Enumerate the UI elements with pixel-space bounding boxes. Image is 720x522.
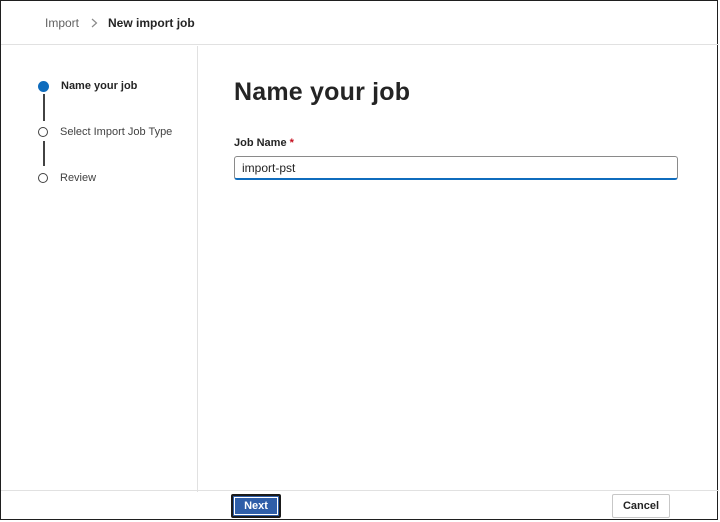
job-name-input[interactable] xyxy=(234,156,678,180)
breadcrumb: Import New import job xyxy=(1,1,719,45)
required-marker: * xyxy=(289,137,294,149)
step-pending-icon xyxy=(38,127,48,137)
footer-bar: Next Cancel xyxy=(1,490,719,521)
main-content: Name your job Job Name * xyxy=(234,46,680,180)
chevron-right-icon xyxy=(91,18,98,28)
step-current-icon xyxy=(38,80,49,92)
step-label: Name your job xyxy=(61,80,138,92)
breadcrumb-import-link[interactable]: Import xyxy=(45,16,79,30)
cancel-button[interactable]: Cancel xyxy=(612,494,670,518)
page-title: Name your job xyxy=(234,78,411,106)
wizard-stepper: Name your job Select Import Job Type Rev… xyxy=(1,46,198,492)
step-select-import-job-type[interactable]: Select Import Job Type xyxy=(38,126,172,138)
job-name-label-text: Job Name xyxy=(234,137,287,149)
step-review[interactable]: Review xyxy=(38,172,96,184)
step-name-your-job[interactable]: Name your job xyxy=(38,80,137,92)
step-pending-icon xyxy=(38,173,48,183)
next-button[interactable]: Next xyxy=(231,494,281,518)
step-label: Select Import Job Type xyxy=(60,126,173,138)
step-label: Review xyxy=(60,172,97,184)
job-name-label: Job Name * xyxy=(234,137,680,149)
step-connector xyxy=(43,94,45,121)
step-connector xyxy=(43,141,45,166)
breadcrumb-current: New import job xyxy=(108,15,195,30)
